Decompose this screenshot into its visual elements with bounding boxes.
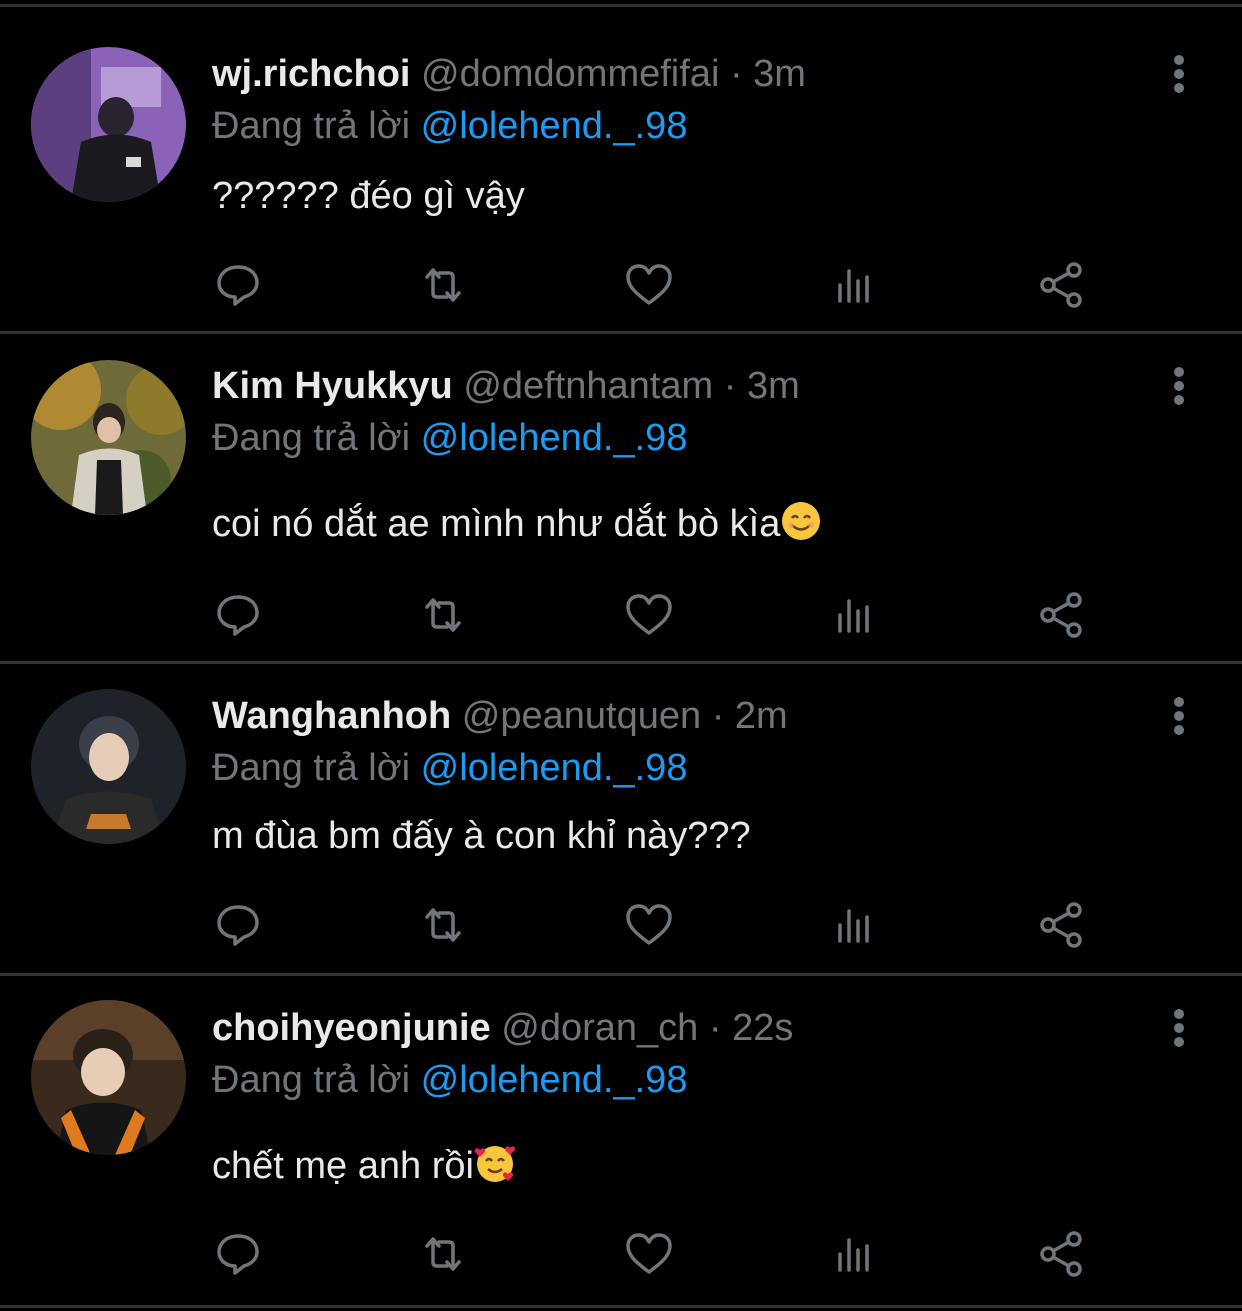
smiling-face-icon [782, 502, 821, 540]
share-icon[interactable] [1034, 897, 1090, 953]
more-options-icon[interactable] [1162, 694, 1196, 738]
tweet-text: ?????? đéo gì vậy [212, 175, 525, 217]
like-icon[interactable] [621, 257, 677, 313]
reply-prefix: Đang trả lời [212, 747, 411, 789]
divider [0, 1305, 1242, 1308]
like-icon[interactable] [621, 897, 677, 953]
separator-dot: · [711, 695, 725, 737]
tweet-text: chết mẹ anh rồi [212, 1145, 474, 1187]
timestamp: 22s [732, 1007, 794, 1049]
smiling-face-with-hearts-icon [474, 1146, 515, 1182]
user-handle[interactable]: @domdommefifai [421, 53, 719, 95]
separator-dot: · [729, 53, 743, 95]
tweet[interactable]: choihyeonjunie @doran_ch · 22s Đang trả … [0, 976, 1242, 1304]
reply-icon[interactable] [210, 587, 266, 643]
action-bar [0, 257, 1242, 313]
reply-mention-link[interactable]: @lolehend._.98 [421, 417, 688, 459]
reply-icon[interactable] [210, 257, 266, 313]
views-icon[interactable] [828, 257, 884, 313]
more-options-icon[interactable] [1162, 364, 1196, 408]
action-bar [0, 587, 1242, 643]
retweet-icon[interactable] [415, 257, 471, 313]
reply-prefix: Đang trả lời [212, 1059, 411, 1101]
share-icon[interactable] [1034, 587, 1090, 643]
avatar[interactable] [31, 1000, 186, 1155]
timestamp: 2m [734, 695, 788, 737]
display-name[interactable]: Wanghanhoh [212, 695, 451, 737]
views-icon[interactable] [828, 587, 884, 643]
share-icon[interactable] [1034, 257, 1090, 313]
like-icon[interactable] [621, 587, 677, 643]
display-name[interactable]: wj.richchoi [212, 53, 410, 95]
views-icon[interactable] [828, 1226, 884, 1282]
share-icon[interactable] [1034, 1226, 1090, 1282]
reply-mention-link[interactable]: @lolehend._.98 [421, 105, 688, 147]
tweet[interactable]: wj.richchoi @domdommefifai · 3m Đang trả… [0, 0, 1242, 330]
action-bar [0, 897, 1242, 953]
avatar[interactable] [31, 689, 186, 844]
more-options-icon[interactable] [1162, 1006, 1196, 1050]
display-name[interactable]: Kim Hyukkyu [212, 365, 453, 407]
avatar[interactable] [31, 47, 186, 202]
retweet-icon[interactable] [415, 897, 471, 953]
tweet-text: m đùa bm đấy à con khỉ này??? [212, 815, 751, 857]
reply-mention-link[interactable]: @lolehend._.98 [421, 1059, 688, 1101]
tweet[interactable]: Wanghanhoh @peanutquen · 2m Đang trả lời… [0, 664, 1242, 972]
avatar[interactable] [31, 360, 186, 515]
reply-icon[interactable] [210, 897, 266, 953]
separator-dot: · [708, 1007, 722, 1049]
timestamp: 3m [746, 365, 800, 407]
like-icon[interactable] [621, 1226, 677, 1282]
views-icon[interactable] [828, 897, 884, 953]
tweet[interactable]: Kim Hyukkyu @deftnhantam · 3m Đang trả l… [0, 334, 1242, 660]
timestamp: 3m [753, 53, 806, 95]
user-handle[interactable]: @doran_ch [501, 1007, 698, 1049]
reply-prefix: Đang trả lời [212, 417, 411, 459]
user-handle[interactable]: @deftnhantam [463, 365, 713, 407]
retweet-icon[interactable] [415, 1226, 471, 1282]
reply-mention-link[interactable]: @lolehend._.98 [421, 747, 688, 789]
retweet-icon[interactable] [415, 587, 471, 643]
separator-dot: · [723, 365, 737, 407]
reply-icon[interactable] [210, 1226, 266, 1282]
action-bar [0, 1226, 1242, 1282]
reply-prefix: Đang trả lời [212, 105, 411, 147]
more-options-icon[interactable] [1162, 52, 1196, 96]
tweet-text: coi nó dắt ae mình như dắt bò kìa [212, 503, 781, 545]
display-name[interactable]: choihyeonjunie [212, 1007, 491, 1049]
user-handle[interactable]: @peanutquen [462, 695, 701, 737]
